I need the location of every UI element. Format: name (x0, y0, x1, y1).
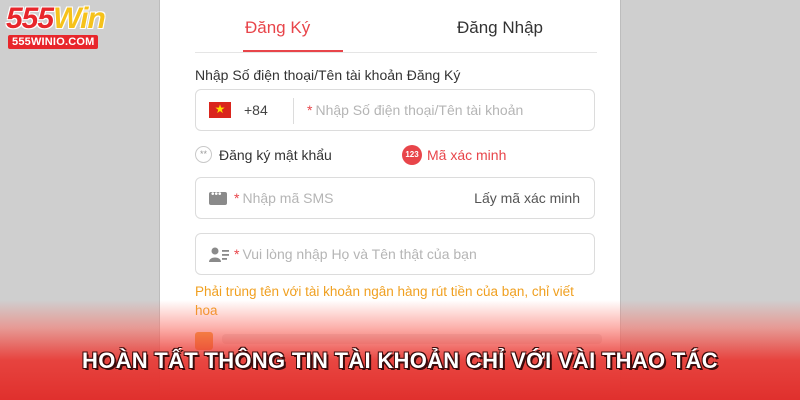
phone-field-label: Nhập Số điện thoại/Tên tài khoản Đăng Ký (195, 67, 461, 83)
tab-login[interactable]: Đăng Nhập (457, 18, 543, 38)
field-divider (293, 98, 294, 124)
full-name-input[interactable]: * Vui lòng nhập Họ và Tên thật của bạn (195, 233, 595, 275)
caption-text: HOÀN TẤT THÔNG TIN TÀI KHOẢN CHỈ VỚI VÀI… (82, 348, 718, 373)
phone-input[interactable]: +84 *Nhập Số điện thoại/Tên tài khoản (195, 89, 595, 131)
option-password[interactable]: Đăng ký mật khẩu (219, 147, 332, 163)
logo-domain: 555WINIO.COM (8, 35, 99, 49)
get-code-button[interactable]: Lấy mã xác minh (474, 190, 580, 206)
number-badge-icon[interactable]: 123 (402, 145, 422, 165)
brand-logo: 555Win 555WINIO.COM (6, 2, 128, 49)
verification-options: ** Đăng ký mật khẩu 123 Mã xác minh (195, 144, 595, 168)
active-tab-indicator (243, 50, 343, 52)
sms-code-input[interactable]: *Nhập mã SMS Lấy mã xác minh (195, 177, 595, 219)
sms-icon (209, 189, 227, 205)
logo-wordmark: 555Win (6, 2, 106, 35)
user-card-icon (209, 247, 229, 262)
option-verification-code[interactable]: Mã xác minh (427, 147, 506, 163)
country-code[interactable]: +84 (244, 102, 268, 118)
password-dots-icon[interactable]: ** (195, 146, 212, 163)
phone-placeholder: * Nhập Số điện thoại/Tên tài khoản (307, 102, 524, 118)
sms-placeholder: * Nhập mã SMS (234, 190, 334, 206)
auth-tabs: Đăng Ký Đăng Nhập (195, 0, 597, 53)
tab-register[interactable]: Đăng Ký (245, 18, 310, 38)
name-placeholder: * Vui lòng nhập Họ và Tên thật của bạn (234, 246, 477, 262)
vietnam-flag-icon[interactable] (209, 100, 231, 118)
